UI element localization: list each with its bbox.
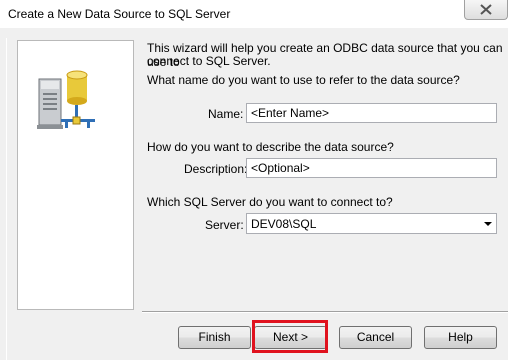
help-button[interactable]: Help	[424, 326, 497, 349]
chevron-down-icon[interactable]	[484, 222, 492, 226]
close-button[interactable]	[464, 0, 508, 20]
database-server-icon	[37, 70, 95, 129]
server-dropdown[interactable]: DEV08\SQL	[246, 213, 497, 234]
description-label: Description:	[184, 162, 248, 176]
next-button-highlight-box	[252, 320, 328, 353]
server-dropdown-value: DEV08\SQL	[251, 217, 317, 231]
window-title: Create a New Data Source to SQL Server	[8, 7, 231, 21]
name-question: What name do you want to use to refer to…	[147, 73, 460, 87]
server-question: Which SQL Server do you want to connect …	[147, 195, 393, 209]
intro-line-2: connect to SQL Server.	[147, 54, 271, 68]
button-separator	[142, 311, 508, 313]
description-question: How do you want to describe the data sou…	[147, 140, 394, 154]
name-label: Name:	[208, 107, 244, 121]
description-input[interactable]: <Optional>	[246, 158, 497, 178]
finish-button[interactable]: Finish	[178, 326, 251, 349]
name-input[interactable]: <Enter Name>	[246, 103, 497, 123]
title-bar: Create a New Data Source to SQL Server	[0, 0, 508, 28]
cancel-button[interactable]: Cancel	[339, 326, 412, 349]
server-label: Server:	[205, 218, 244, 232]
close-icon	[480, 4, 492, 15]
side-illustration-panel	[17, 40, 134, 310]
